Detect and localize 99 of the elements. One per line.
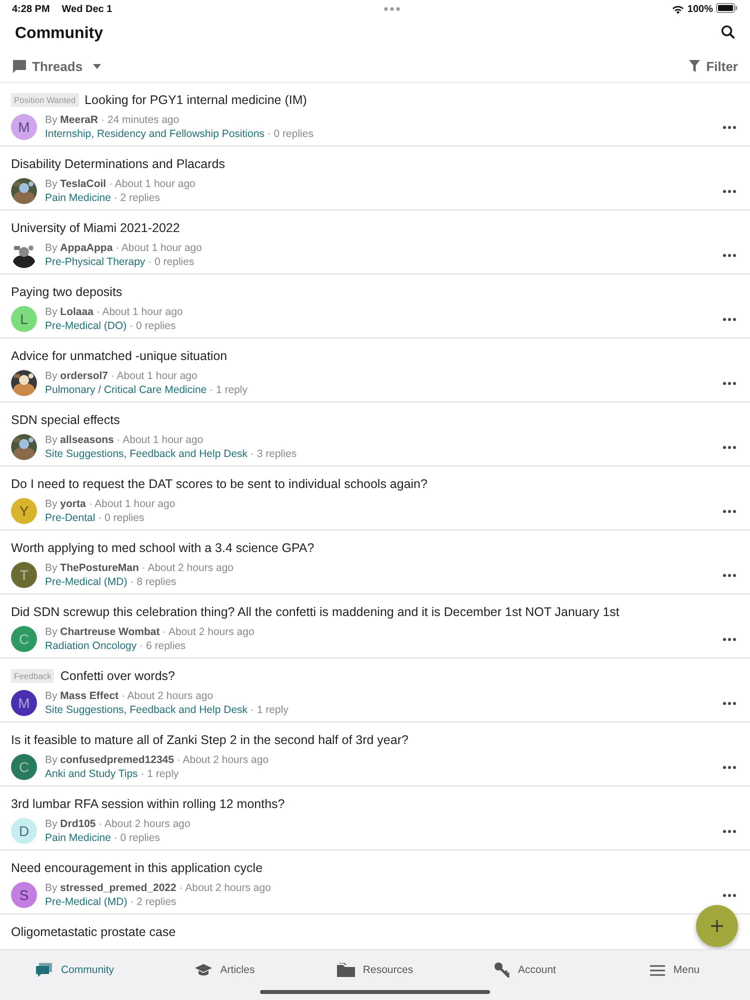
author-line: By Drd105 · About 2 hours ago (45, 818, 190, 830)
reply-count: · 1 reply (249, 704, 288, 716)
more-icon[interactable] (723, 702, 736, 705)
thread-title[interactable]: University of Miami 2021-2022 (11, 221, 180, 235)
thread-title[interactable]: Paying two deposits (11, 285, 122, 299)
tab-bar-item[interactable]: Account (450, 950, 600, 990)
thread-tag: Feedback (11, 669, 54, 683)
user-avatar[interactable]: D (11, 818, 37, 844)
more-icon[interactable] (723, 830, 736, 833)
category-link[interactable]: Pre-Medical (DO) (45, 320, 127, 332)
category-link[interactable]: Pre-Dental (45, 512, 96, 524)
thread-title[interactable]: SDN special effects (11, 413, 120, 427)
thread-title[interactable]: Need encouragement in this application cycle (11, 861, 263, 875)
tab-bar-item[interactable]: Menu (600, 950, 750, 990)
author-line: By yorta · About 1 hour ago (45, 498, 176, 510)
thread-title[interactable]: Did SDN screwup this celebration thing? All the confetti is maddening and it is December 1st NOT January 1st (11, 605, 620, 619)
user-avatar[interactable]: Y (11, 498, 37, 524)
reply-count: · 2 replies (112, 192, 160, 204)
reply-count: · 0 replies (147, 256, 194, 268)
reply-count: · 1 reply (208, 384, 248, 396)
wifi-icon (672, 4, 684, 14)
thread-title[interactable]: Advice for unmatched -unique situation (11, 349, 228, 363)
thread-title[interactable]: Worth applying to med school with a 3.4 science GPA? (11, 541, 314, 555)
author-line: By TeslaCoil · About 1 hour ago (45, 178, 196, 190)
tab-bar-item[interactable]: Community (0, 950, 150, 990)
reply-count: · 1 reply (140, 768, 179, 780)
search-icon[interactable] (721, 24, 735, 38)
category-link[interactable]: Site Suggestions, Feedback and Help Desk (45, 704, 248, 716)
reply-count: · 6 replies (138, 640, 186, 652)
more-icon[interactable] (723, 382, 736, 385)
category-link[interactable]: Anki and Study Tips (45, 768, 138, 780)
user-avatar[interactable]: L (11, 306, 37, 332)
more-icon[interactable] (723, 318, 736, 321)
more-icon[interactable] (723, 766, 736, 769)
reply-count: · 8 replies (129, 576, 176, 588)
menu-icon (650, 964, 666, 976)
new-thread-button[interactable] (696, 905, 738, 947)
folder-icon (336, 963, 355, 977)
author-line: By AppaAppa · About 1 hour ago (45, 242, 202, 254)
user-avatar[interactable]: M (11, 114, 37, 140)
category-link[interactable]: Internship, Residency and Fellowship Positions (45, 128, 264, 140)
status-time: 4:28 PM (12, 4, 50, 14)
battery-percent: 100% (687, 4, 713, 14)
multitask-dots-icon[interactable] (384, 7, 400, 11)
thread-title[interactable]: Disability Determinations and Placards (11, 157, 225, 171)
category-link[interactable]: Radiation Oncology (45, 640, 137, 652)
author-line: By ThePostureMan · About 2 hours ago (45, 562, 234, 574)
reply-count: · 0 replies (128, 320, 176, 332)
reply-count: · 0 replies (112, 832, 160, 844)
thread-title[interactable]: Confetti over words? (60, 669, 175, 683)
author-line: By allseasons · About 1 hour ago (45, 434, 204, 446)
thread-title[interactable]: 3rd lumbar RFA session within rolling 12 months? (11, 797, 285, 811)
more-icon[interactable] (723, 126, 736, 129)
graduation-cap-icon (195, 964, 212, 976)
category-link[interactable]: Pre-Medical (MD) (45, 896, 128, 908)
category-link[interactable]: Pain Medicine (45, 192, 111, 204)
author-line: By Mass Effect · About 2 hours ago (45, 690, 214, 702)
more-icon[interactable] (723, 894, 736, 897)
category-link[interactable]: Pulmonary / Critical Care Medicine (45, 384, 207, 396)
author-line: By Chartreuse Wombat · About 2 hours ago (45, 626, 254, 638)
plus-icon (711, 920, 723, 932)
thread-title[interactable]: Oligometastatic prostate case (11, 925, 176, 939)
author-line: By ordersol7 · About 1 hour ago (45, 370, 198, 382)
user-avatar[interactable]: M (11, 690, 37, 716)
reply-count: · 2 replies (129, 896, 176, 908)
more-icon[interactable] (723, 510, 736, 513)
category-link[interactable]: Pre-Medical (MD) (45, 576, 128, 588)
author-line: By confusedpremed12345 · About 2 hours ago (45, 754, 269, 766)
user-avatar[interactable]: S (11, 882, 37, 908)
more-icon[interactable] (723, 638, 736, 641)
category-link[interactable]: Pre-Physical Therapy (45, 256, 146, 268)
filter-button[interactable]: Filter (689, 58, 738, 74)
tab-bar-item[interactable]: Articles (150, 950, 300, 990)
more-icon[interactable] (723, 254, 736, 257)
author-line: By MeeraR · 24 minutes ago (45, 114, 180, 126)
more-icon[interactable] (723, 574, 736, 577)
author-line: By stressed_premed_2022 · About 2 hours ago (45, 882, 271, 894)
more-icon[interactable] (723, 446, 736, 449)
status-date: Wed Dec 1 (62, 4, 112, 14)
threads-dropdown[interactable]: Threads (12, 58, 101, 74)
thread-tag: Position Wanted (11, 93, 79, 107)
reply-count: · 0 replies (266, 128, 314, 140)
key-icon (494, 962, 510, 978)
chat-icon (36, 962, 53, 978)
comment-icon (12, 60, 26, 72)
author-line: By Lolaaa · About 1 hour ago (45, 306, 183, 318)
reply-count: · 0 replies (97, 512, 144, 524)
page-title: Community (15, 25, 103, 43)
battery-icon (716, 2, 738, 12)
tab-bar-item[interactable]: Resources (300, 950, 450, 990)
thread-title[interactable]: Is it feasible to mature all of Zanki Step 2 in the second half of 3rd year? (11, 733, 408, 747)
category-link[interactable]: Site Suggestions, Feedback and Help Desk (45, 448, 248, 460)
thread-title[interactable]: Do I need to request the DAT scores to be sent to individual schools again? (11, 477, 428, 491)
more-icon[interactable] (723, 190, 736, 193)
thread-title[interactable]: Looking for PGY1 internal medicine (IM) (84, 93, 307, 107)
reply-count: · 3 replies (249, 448, 297, 460)
category-link[interactable]: Pain Medicine (45, 832, 111, 844)
caret-icon (92, 64, 101, 68)
filter-icon (689, 60, 700, 72)
